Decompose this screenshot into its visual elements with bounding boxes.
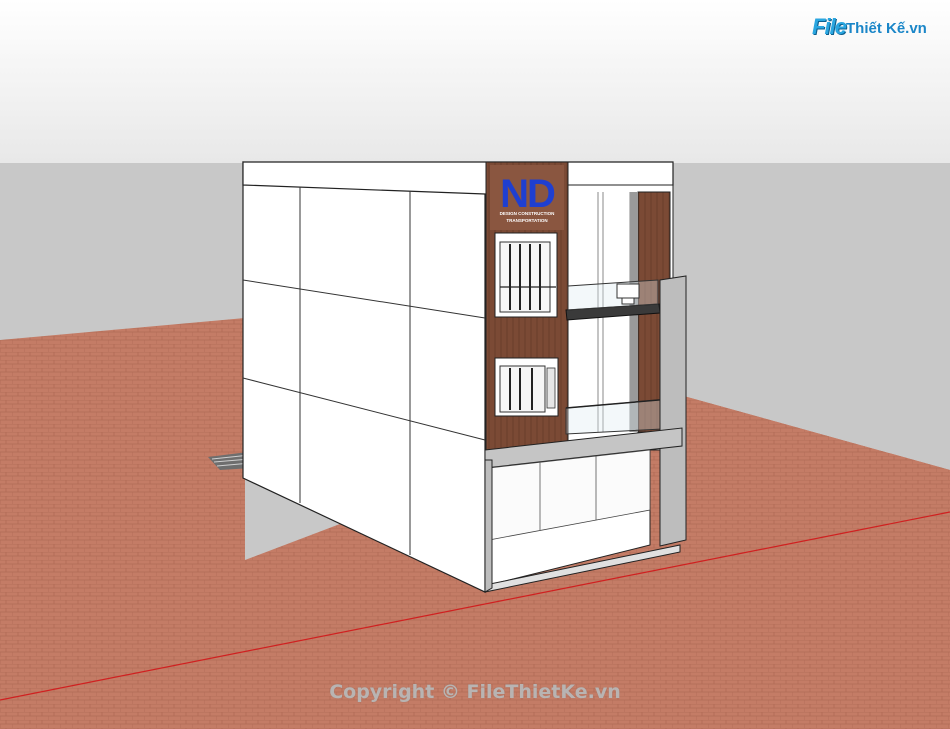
sky [0, 0, 950, 163]
concrete-pier [659, 275, 687, 547]
copyright-watermark: Copyright © FileThietKe.vn [329, 681, 621, 703]
sign-logo-nd: ND [500, 172, 555, 216]
filethietke-watermark-logo: File Thiết Kế.vn [812, 12, 932, 46]
sign-line-2: TRANSPORTATION [506, 218, 547, 223]
watermark-file-text: File [812, 14, 847, 39]
upper-window [494, 232, 558, 318]
sign-line-1: DESIGN CONSTRUCTION [500, 211, 555, 216]
3d-model-viewport[interactable]: ND DESIGN CONSTRUCTION TRANSPORTATION [0, 0, 950, 729]
watermark-brand-text: Thiết Kế.vn [846, 20, 927, 37]
lower-window [494, 357, 559, 417]
garage-side-column [484, 459, 493, 593]
